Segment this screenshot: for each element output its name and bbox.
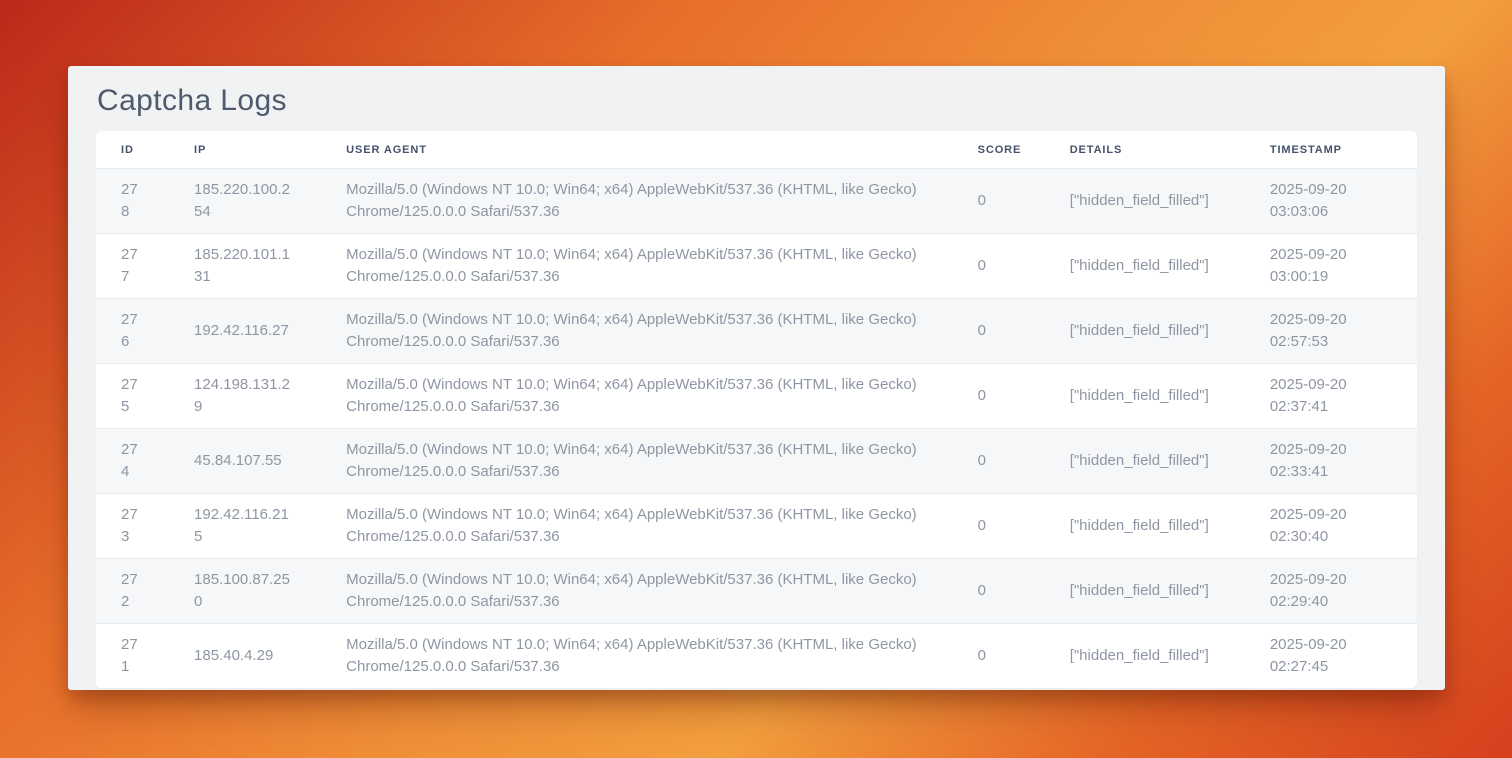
cell-ip: 185.220.101.131 <box>169 233 321 298</box>
column-header-user-agent: USER AGENT <box>321 131 952 168</box>
table-header-row: ID IP USER AGENT SCORE DETAILS TIMESTAMP <box>96 131 1417 168</box>
cell-ip: 185.100.87.250 <box>169 558 321 623</box>
cell-timestamp: 2025-09-20 02:37:41 <box>1245 363 1417 428</box>
page-title: Captcha Logs <box>97 82 1417 120</box>
cell-details: ["hidden_field_filled"] <box>1045 493 1245 558</box>
cell-id: 278 <box>96 168 169 233</box>
cell-score: 0 <box>953 558 1045 623</box>
column-header-timestamp: TIMESTAMP <box>1245 131 1417 168</box>
cell-timestamp: 2025-09-20 03:03:06 <box>1245 168 1417 233</box>
column-header-score: SCORE <box>953 131 1045 168</box>
captcha-logs-card: Captcha Logs ID IP USER AGENT SCORE DETA… <box>68 66 1445 690</box>
cell-details: ["hidden_field_filled"] <box>1045 428 1245 493</box>
cell-details: ["hidden_field_filled"] <box>1045 233 1245 298</box>
cell-timestamp: 2025-09-20 02:33:41 <box>1245 428 1417 493</box>
cell-ip: 185.220.100.254 <box>169 168 321 233</box>
cell-user-agent: Mozilla/5.0 (Windows NT 10.0; Win64; x64… <box>321 623 952 688</box>
table-row: 273 192.42.116.215 Mozilla/5.0 (Windows … <box>96 493 1417 558</box>
cell-details: ["hidden_field_filled"] <box>1045 558 1245 623</box>
cell-user-agent: Mozilla/5.0 (Windows NT 10.0; Win64; x64… <box>321 493 952 558</box>
cell-id: 277 <box>96 233 169 298</box>
cell-timestamp: 2025-09-20 02:30:40 <box>1245 493 1417 558</box>
cell-timestamp: 2025-09-20 02:27:45 <box>1245 623 1417 688</box>
cell-score: 0 <box>953 298 1045 363</box>
cell-timestamp: 2025-09-20 02:57:53 <box>1245 298 1417 363</box>
cell-score: 0 <box>953 233 1045 298</box>
table-header: ID IP USER AGENT SCORE DETAILS TIMESTAMP <box>96 131 1417 168</box>
table-row: 275 124.198.131.29 Mozilla/5.0 (Windows … <box>96 363 1417 428</box>
cell-details: ["hidden_field_filled"] <box>1045 363 1245 428</box>
cell-score: 0 <box>953 428 1045 493</box>
cell-ip: 185.40.4.29 <box>169 623 321 688</box>
cell-id: 274 <box>96 428 169 493</box>
table-row: 277 185.220.101.131 Mozilla/5.0 (Windows… <box>96 233 1417 298</box>
cell-user-agent: Mozilla/5.0 (Windows NT 10.0; Win64; x64… <box>321 558 952 623</box>
cell-score: 0 <box>953 493 1045 558</box>
cell-user-agent: Mozilla/5.0 (Windows NT 10.0; Win64; x64… <box>321 428 952 493</box>
cell-id: 271 <box>96 623 169 688</box>
table-row: 272 185.100.87.250 Mozilla/5.0 (Windows … <box>96 558 1417 623</box>
cell-ip: 124.198.131.29 <box>169 363 321 428</box>
cell-details: ["hidden_field_filled"] <box>1045 168 1245 233</box>
cell-score: 0 <box>953 623 1045 688</box>
cell-user-agent: Mozilla/5.0 (Windows NT 10.0; Win64; x64… <box>321 233 952 298</box>
cell-ip: 192.42.116.215 <box>169 493 321 558</box>
cell-details: ["hidden_field_filled"] <box>1045 298 1245 363</box>
cell-id: 273 <box>96 493 169 558</box>
cell-timestamp: 2025-09-20 02:29:40 <box>1245 558 1417 623</box>
cell-timestamp: 2025-09-20 03:00:19 <box>1245 233 1417 298</box>
column-header-ip: IP <box>169 131 321 168</box>
cell-id: 275 <box>96 363 169 428</box>
cell-details: ["hidden_field_filled"] <box>1045 623 1245 688</box>
cell-id: 276 <box>96 298 169 363</box>
cell-ip: 45.84.107.55 <box>169 428 321 493</box>
logs-table: ID IP USER AGENT SCORE DETAILS TIMESTAMP… <box>96 131 1417 688</box>
table-row: 278 185.220.100.254 Mozilla/5.0 (Windows… <box>96 168 1417 233</box>
column-header-id: ID <box>96 131 169 168</box>
cell-user-agent: Mozilla/5.0 (Windows NT 10.0; Win64; x64… <box>321 168 952 233</box>
cell-score: 0 <box>953 168 1045 233</box>
table-row: 276 192.42.116.27 Mozilla/5.0 (Windows N… <box>96 298 1417 363</box>
cell-id: 272 <box>96 558 169 623</box>
cell-user-agent: Mozilla/5.0 (Windows NT 10.0; Win64; x64… <box>321 363 952 428</box>
cell-ip: 192.42.116.27 <box>169 298 321 363</box>
column-header-details: DETAILS <box>1045 131 1245 168</box>
table-row: 274 45.84.107.55 Mozilla/5.0 (Windows NT… <box>96 428 1417 493</box>
table-row: 271 185.40.4.29 Mozilla/5.0 (Windows NT … <box>96 623 1417 688</box>
cell-user-agent: Mozilla/5.0 (Windows NT 10.0; Win64; x64… <box>321 298 952 363</box>
cell-score: 0 <box>953 363 1045 428</box>
table-body: 278 185.220.100.254 Mozilla/5.0 (Windows… <box>96 168 1417 688</box>
logs-table-container: ID IP USER AGENT SCORE DETAILS TIMESTAMP… <box>96 131 1417 688</box>
